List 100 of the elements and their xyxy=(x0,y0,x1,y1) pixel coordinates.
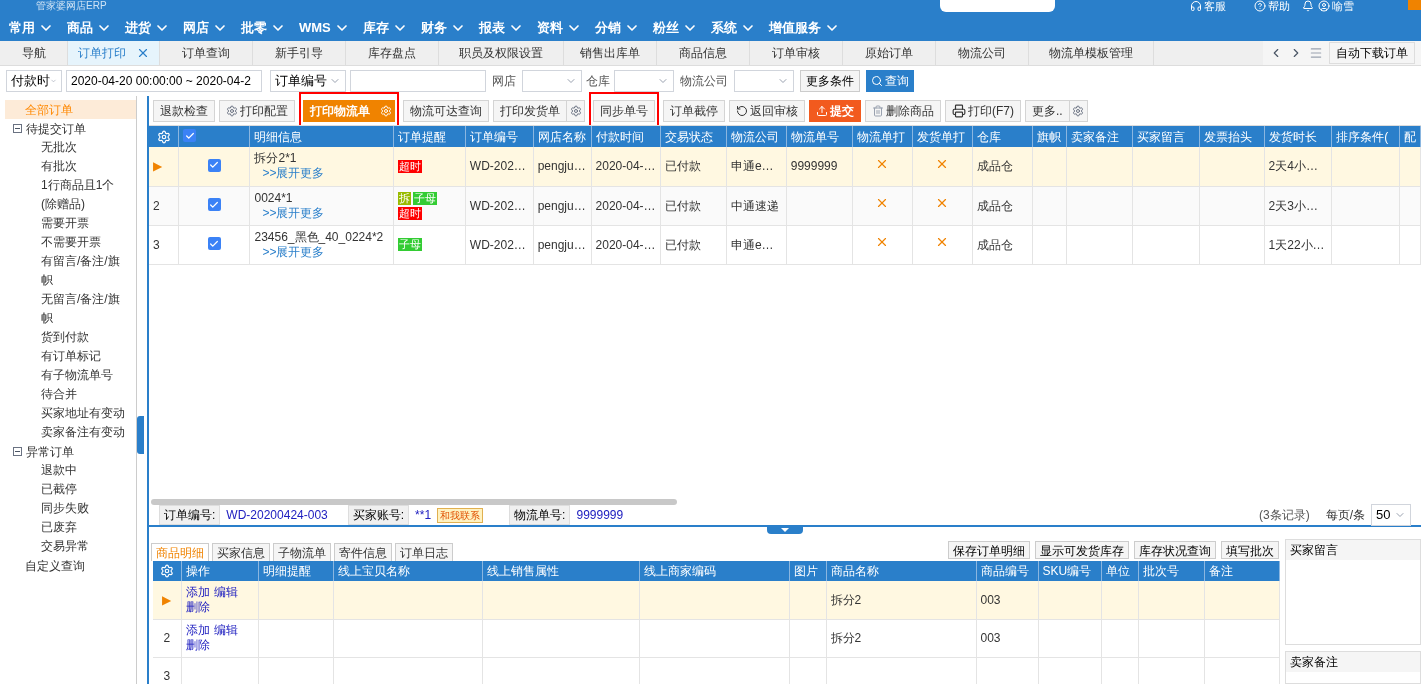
page-tab[interactable]: 订单打印 xyxy=(68,41,160,65)
toolbar-button[interactable]: 退款检查 xyxy=(153,99,215,122)
toolbar-button[interactable]: 物流可达查询 xyxy=(403,99,489,122)
toolbar-button[interactable]: 打印配置 xyxy=(219,99,295,122)
sidebar-item[interactable]: 待合并 xyxy=(41,385,129,404)
order-row[interactable]: 2 0024*1 >>展开更多 拆 子母 超时 WD-202… pengju… 2020-04-… 已付款 中通速递 成品仓 2天3小… xyxy=(149,186,1421,225)
horizontal-scrollbar[interactable] xyxy=(151,499,677,505)
page-tab[interactable]: 销售出库单 xyxy=(564,41,657,65)
action-link[interactable]: 编辑 xyxy=(213,584,238,600)
header-link[interactable]: 帮助 xyxy=(1254,0,1290,12)
action-link[interactable]: 添加 xyxy=(185,623,210,638)
expand-more-link[interactable]: >>展开更多 xyxy=(262,205,390,221)
action-link[interactable]: 编辑 xyxy=(213,623,238,638)
detail-tab[interactable]: 订单日志 xyxy=(395,543,453,561)
sidebar-item[interactable]: 买家地址有变动 xyxy=(41,404,129,423)
toolbar-button[interactable]: 打印发货单 xyxy=(493,99,567,122)
action-link[interactable]: 删除 xyxy=(185,638,210,653)
nav-menu[interactable]: 商品 xyxy=(67,17,112,38)
detail-action-button[interactable]: 填写批次 xyxy=(1221,541,1279,559)
detail-action-button[interactable]: 库存状况查询 xyxy=(1134,541,1216,559)
nav-menu[interactable]: 报表 xyxy=(478,17,524,38)
toolbar-button[interactable]: 删除商品 xyxy=(865,99,941,122)
sidebar-item[interactable]: 需要开票 xyxy=(41,214,129,233)
sidebar-item[interactable]: 有批次 xyxy=(41,157,129,176)
expand-more-link[interactable]: >>展开更多 xyxy=(262,244,390,260)
query-button[interactable]: 查询 xyxy=(866,70,914,92)
per-page-select[interactable]: 50 xyxy=(1371,504,1411,526)
toolbar-button[interactable]: 同步单号 xyxy=(593,99,655,122)
order-row[interactable]: ▶ 拆分2*1 >>展开更多 超时 WD-202… pengju… 2020-04-… 已付款 申通e… 9999999 成品仓 2天4小… xyxy=(149,147,1421,186)
nav-menu[interactable]: 粉丝 xyxy=(652,17,698,38)
page-tab[interactable]: 物流公司 xyxy=(936,41,1029,65)
nav-menu[interactable]: 常用 xyxy=(9,17,54,38)
settings-icon[interactable] xyxy=(156,129,171,144)
detail-tab[interactable]: 子物流单 xyxy=(273,543,331,561)
sidebar-item[interactable]: 1行商品且1个(除赠品) xyxy=(41,176,129,214)
sidebar-item[interactable]: 已截停 xyxy=(41,480,129,499)
checkbox[interactable] xyxy=(207,198,221,211)
sidebar-item[interactable]: 自定义查询 xyxy=(25,556,85,575)
action-link[interactable]: 删除 xyxy=(185,599,210,615)
toolbar-button[interactable]: 返回审核 xyxy=(729,99,805,122)
nav-menu[interactable]: 分销 xyxy=(594,17,640,38)
item-row[interactable]: 2 添加 编辑 删除 拆分2 003 xyxy=(153,619,1279,657)
collapse-icon[interactable] xyxy=(13,124,22,133)
page-tab[interactable]: 物流单模板管理 xyxy=(1029,41,1154,65)
page-tab[interactable]: 商品信息 xyxy=(657,41,750,65)
collapse-icon[interactable] xyxy=(13,447,22,456)
order-field-select[interactable]: 订单编号 xyxy=(270,70,346,92)
contact-badge[interactable]: 和我联系 xyxy=(437,507,484,523)
page-tab[interactable]: 新手引导 xyxy=(253,41,346,65)
checkbox[interactable] xyxy=(207,237,221,250)
nav-menu[interactable]: 进货 xyxy=(125,17,170,38)
sidebar-item[interactable]: 异常订单 xyxy=(26,442,74,461)
checkbox[interactable] xyxy=(183,129,196,142)
page-tab[interactable]: 库存盘点 xyxy=(346,41,439,65)
auto-download-button[interactable]: 自动下载订单 xyxy=(1329,42,1415,64)
page-tab[interactable]: 职员及权限设置 xyxy=(439,41,564,65)
detail-tab[interactable]: 寄件信息 xyxy=(334,543,392,561)
more-conditions-button[interactable]: 更多条件 xyxy=(800,70,860,92)
page-tab[interactable]: 原始订单 xyxy=(843,41,936,65)
item-row[interactable]: 3 xyxy=(153,657,1279,684)
sidebar-item[interactable]: 无留言/备注/旗帜 xyxy=(41,290,129,328)
sidebar-item[interactable]: 有留言/备注/旗帜 xyxy=(41,252,129,290)
order-row[interactable]: 3 23456_黑色_40_0224*2 >>展开更多 子母 WD-202… pengju… 2020-04-… 已付款 申通e… 成品仓 1天22小… xyxy=(149,225,1421,264)
nav-menu[interactable]: 库存 xyxy=(362,17,408,38)
nav-menu[interactable]: 增值服务 xyxy=(768,17,840,38)
collapse-handle[interactable] xyxy=(137,416,144,454)
sidebar-item[interactable]: 同步失败 xyxy=(41,499,129,518)
detail-action-button[interactable]: 显示可发货库存 xyxy=(1035,541,1129,559)
sidebar-item[interactable]: 不需要开票 xyxy=(41,233,129,252)
sidebar-item[interactable]: 无批次 xyxy=(41,138,129,157)
sidebar-item[interactable]: 待提交订单 xyxy=(26,119,86,138)
expand-more-link[interactable]: >>展开更多 xyxy=(262,166,390,182)
detail-tab[interactable]: 买家信息 xyxy=(212,543,270,561)
time-type-select[interactable]: 付款时 xyxy=(6,70,62,92)
settings-button[interactable] xyxy=(377,99,395,122)
toolbar-button[interactable]: 打印(F7) xyxy=(945,99,1021,122)
nav-menu[interactable]: 系统 xyxy=(710,17,756,38)
header-link[interactable]: 喻雪 xyxy=(1318,0,1354,12)
settings-icon[interactable] xyxy=(159,564,174,578)
detail-action-button[interactable]: 保存订单明细 xyxy=(948,541,1030,559)
checkbox[interactable] xyxy=(207,158,221,172)
item-row[interactable]: ▶ 添加 编辑 删除 拆分2 003 xyxy=(153,581,1279,619)
settings-button[interactable] xyxy=(1069,99,1088,122)
bell-icon[interactable] xyxy=(1302,0,1314,12)
nav-menu[interactable]: 资料 xyxy=(536,17,582,38)
page-tab[interactable]: 订单审核 xyxy=(750,41,843,65)
sidebar-item[interactable]: 卖家备注有变动 xyxy=(41,423,129,442)
nav-menu[interactable]: 网店 xyxy=(183,17,228,38)
page-tab[interactable]: 订单查询 xyxy=(160,41,253,65)
sidebar-item[interactable]: 货到付款 xyxy=(41,328,129,347)
sidebar-item[interactable]: 交易异常 xyxy=(41,537,129,556)
sidebar-item[interactable]: 有子物流单号 xyxy=(41,366,129,385)
action-link[interactable]: 添加 xyxy=(185,584,210,600)
sidebar-item[interactable]: 退款中 xyxy=(41,461,129,480)
nav-menu[interactable]: WMS xyxy=(299,17,350,38)
nav-menu[interactable]: 财务 xyxy=(420,17,466,38)
toolbar-button[interactable]: 更多.. xyxy=(1025,99,1070,122)
splitter-handle[interactable] xyxy=(767,527,803,534)
search-input[interactable] xyxy=(350,70,486,92)
sidebar-item[interactable]: 已废弃 xyxy=(41,518,129,537)
